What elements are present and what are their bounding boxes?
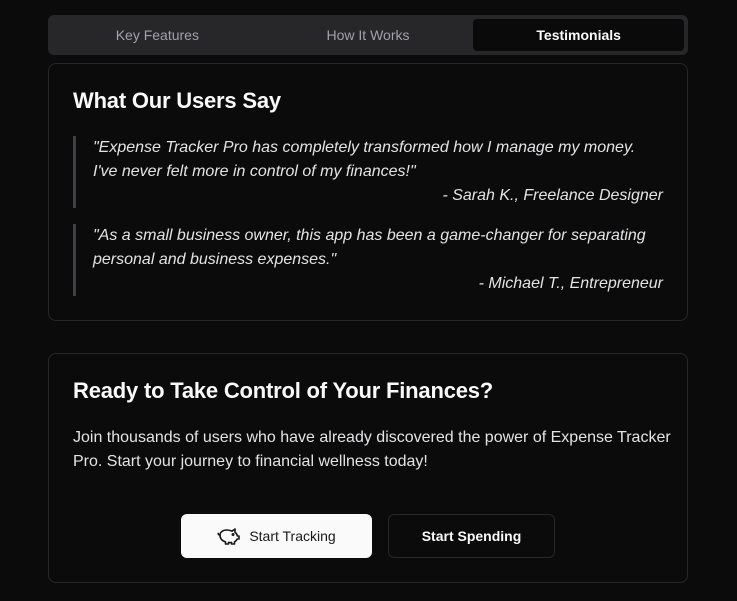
testimonials-title: What Our Users Say xyxy=(73,88,281,113)
tab-testimonials[interactable]: Testimonials xyxy=(473,19,685,51)
quote-author: - Michael T., Entrepreneur xyxy=(478,275,663,292)
cta-title: Ready to Take Control of Your Finances? xyxy=(73,378,494,403)
cta-card: Ready to Take Control of Your Finances? … xyxy=(48,353,688,583)
piggy-bank-icon xyxy=(217,526,241,546)
cta-description: Join thousands of users who have already… xyxy=(73,429,671,470)
tab-list: Key Features How It Works Testimonials xyxy=(48,15,688,55)
quote-text: "As a small business owner, this app has… xyxy=(93,227,646,268)
start-spending-button[interactable]: Start Spending xyxy=(388,514,555,558)
testimonial-quote: "As a small business owner, this app has… xyxy=(73,224,663,296)
testimonials-card: What Our Users Say "Expense Tracker Pro … xyxy=(48,63,688,321)
start-tracking-label: Start Tracking xyxy=(249,528,336,544)
quote-text: "Expense Tracker Pro has completely tran… xyxy=(93,139,636,180)
tab-how-it-works[interactable]: How It Works xyxy=(263,19,474,51)
testimonial-quote: "Expense Tracker Pro has completely tran… xyxy=(73,136,663,208)
start-tracking-button[interactable]: Start Tracking xyxy=(181,514,372,558)
quote-author: - Sarah K., Freelance Designer xyxy=(442,187,663,204)
tab-key-features[interactable]: Key Features xyxy=(52,19,263,51)
start-spending-label: Start Spending xyxy=(421,528,522,544)
